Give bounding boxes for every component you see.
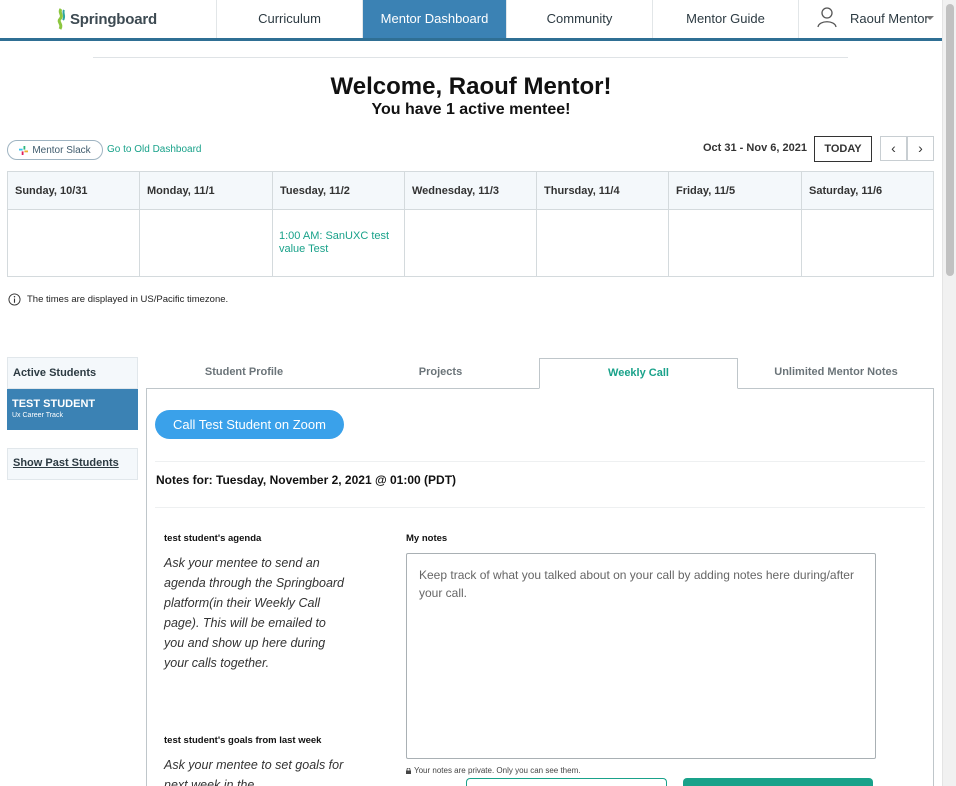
calendar-day-header: Friday, 11/5 <box>669 172 801 210</box>
user-name: Raouf Mentor <box>850 11 929 26</box>
calendar-event[interactable] <box>802 210 933 230</box>
tab-student-profile[interactable]: Student Profile <box>146 358 342 388</box>
info-icon <box>8 293 21 306</box>
calendar-day[interactable]: Thursday, 11/4 <box>537 172 669 276</box>
agenda-heading: test student's agenda <box>164 533 262 544</box>
divider <box>155 461 925 462</box>
private-note: Your notes are private. Only you can see… <box>406 766 580 775</box>
chevron-right-icon: › <box>918 140 923 156</box>
vertical-scrollbar[interactable] <box>942 0 956 786</box>
nav-tab-curriculum[interactable]: Curriculum <box>216 0 362 38</box>
user-menu[interactable]: Raouf Mentor <box>798 0 942 38</box>
page-subtitle: You have 1 active mentee! <box>371 101 571 118</box>
next-week-button[interactable]: › <box>907 136 934 161</box>
goals-text: Ask your mentee to set goals for next we… <box>164 758 344 786</box>
tab-unlimited-mentor-notes[interactable]: Unlimited Mentor Notes <box>738 358 934 388</box>
old-dashboard-link[interactable]: Go to Old Dashboard <box>107 144 202 155</box>
calendar-day-header: Sunday, 10/31 <box>8 172 139 210</box>
springboard-logo-icon <box>57 8 66 30</box>
calendar-day[interactable]: Monday, 11/1 <box>140 172 273 276</box>
timezone-text: The times are displayed in US/Pacific ti… <box>27 294 229 305</box>
today-button[interactable]: TODAY <box>814 136 872 162</box>
calendar-event[interactable] <box>8 210 139 230</box>
notes-for-heading: Notes for: Tuesday, November 2, 2021 @ 0… <box>156 473 457 487</box>
calendar-day-header: Wednesday, 11/3 <box>405 172 536 210</box>
mentor-slack-button[interactable]: Mentor Slack <box>7 140 103 160</box>
calendar-event[interactable] <box>405 210 536 230</box>
calendar-day-header: Thursday, 11/4 <box>537 172 668 210</box>
agenda-text: Ask your mentee to send an agenda throug… <box>164 556 345 670</box>
lock-icon <box>406 767 411 774</box>
divider <box>155 507 925 508</box>
student-track: Ux Career Track <box>12 412 63 419</box>
mentor-slack-label: Mentor Slack <box>32 144 91 156</box>
prev-week-button[interactable]: ‹ <box>880 136 907 161</box>
nav-tab-mentor-guide[interactable]: Mentor Guide <box>652 0 798 38</box>
primary-action-button[interactable] <box>683 778 873 786</box>
divider <box>93 57 848 58</box>
calendar-day[interactable]: Wednesday, 11/3 <box>405 172 537 276</box>
my-notes-textarea[interactable] <box>406 553 876 759</box>
brand-name: Springboard <box>70 10 157 28</box>
secondary-action-button[interactable] <box>466 778 667 786</box>
calendar-day[interactable]: Sunday, 10/31 <box>8 172 140 276</box>
date-range: Oct 31 - Nov 6, 2021 <box>703 142 807 154</box>
tab-projects[interactable]: Projects <box>342 358 539 388</box>
my-notes-heading: My notes <box>406 533 448 544</box>
scrollbar-thumb[interactable] <box>946 4 954 276</box>
user-avatar-icon <box>817 7 837 28</box>
calendar-event[interactable] <box>140 210 272 230</box>
private-note-text: Your notes are private. Only you can see… <box>414 766 581 775</box>
page-title: Welcome, Raouf Mentor! <box>330 73 612 100</box>
tab-weekly-call[interactable]: Weekly Call <box>539 358 738 389</box>
calendar-day[interactable]: Saturday, 11/6 <box>802 172 933 276</box>
calendar-event[interactable] <box>537 210 668 230</box>
chevron-down-icon <box>926 16 934 20</box>
nav-tab-mentor-dashboard[interactable]: Mentor Dashboard <box>362 0 506 38</box>
show-past-students-link[interactable]: Show Past Students <box>7 448 138 480</box>
springboard-logo[interactable]: Springboard <box>55 8 157 30</box>
zoom-call-button[interactable]: Call Test Student on Zoom <box>155 410 344 439</box>
goals-heading: test student's goals from last week <box>164 735 322 746</box>
calendar-day-header: Saturday, 11/6 <box>802 172 933 210</box>
calendar-day[interactable]: Friday, 11/5 <box>669 172 802 276</box>
nav-tab-community[interactable]: Community <box>506 0 652 38</box>
calendar-day[interactable]: Tuesday, 11/2 1:00 AM: SanUXC test value… <box>273 172 405 276</box>
calendar-day-header: Monday, 11/1 <box>140 172 272 210</box>
calendar-day-header: Tuesday, 11/2 <box>273 172 404 210</box>
calendar-event[interactable] <box>669 210 801 230</box>
calendar-event[interactable]: 1:00 AM: SanUXC test value Test <box>273 210 391 256</box>
timezone-note: The times are displayed in US/Pacific ti… <box>8 293 228 306</box>
student-name: TEST STUDENT <box>12 398 96 410</box>
week-calendar: Sunday, 10/31 Monday, 11/1 Tuesday, 11/2… <box>7 171 934 277</box>
active-students-header: Active Students <box>7 357 138 389</box>
chevron-left-icon: ‹ <box>891 140 896 156</box>
top-nav: Springboard Curriculum Mentor Dashboard … <box>0 0 942 41</box>
slack-icon <box>19 145 29 155</box>
student-list-item[interactable]: TEST STUDENT Ux Career Track <box>7 389 138 430</box>
